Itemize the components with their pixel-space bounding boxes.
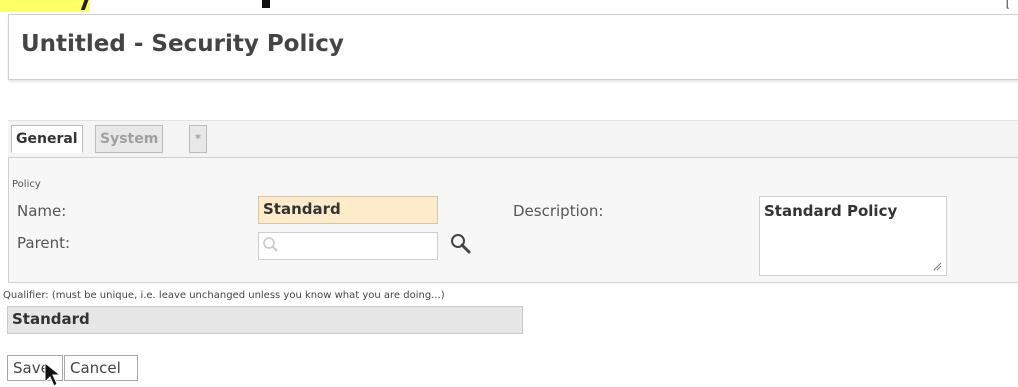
qualifier-field[interactable]: Standard	[7, 306, 523, 334]
qualifier-label: Qualifier: (must be unique, i.e. leave u…	[3, 290, 445, 301]
tab-bar: General System *	[8, 120, 1018, 158]
description-label: Description:	[513, 202, 604, 220]
tab-general[interactable]: General	[11, 125, 83, 153]
description-field[interactable]: Standard Policy	[759, 196, 947, 276]
parent-field[interactable]	[258, 232, 438, 260]
name-field[interactable]: Standard	[258, 196, 438, 224]
magnifier-placeholder-icon	[263, 237, 278, 252]
top-right-bracket: [	[1005, 0, 1010, 10]
page-title: Untitled - Security Policy	[21, 31, 344, 57]
title-box: Untitled - Security Policy	[8, 14, 1018, 80]
search-icon[interactable]	[449, 232, 473, 256]
resize-handle-icon[interactable]	[932, 261, 942, 271]
policy-section-label: Policy	[12, 179, 41, 190]
mouse-cursor-icon	[44, 362, 62, 387]
highlight-marker	[0, 0, 90, 12]
top-strip: [	[0, 0, 1018, 14]
policy-panel: Policy Name: Standard Parent: Descriptio…	[8, 157, 1018, 283]
header-fragment	[262, 0, 270, 8]
cancel-button[interactable]: Cancel	[64, 355, 138, 381]
parent-label: Parent:	[17, 234, 71, 252]
name-label: Name:	[17, 202, 67, 220]
description-value: Standard Policy	[764, 202, 898, 220]
tab-more[interactable]: *	[189, 125, 207, 153]
tab-system[interactable]: System	[95, 125, 164, 153]
